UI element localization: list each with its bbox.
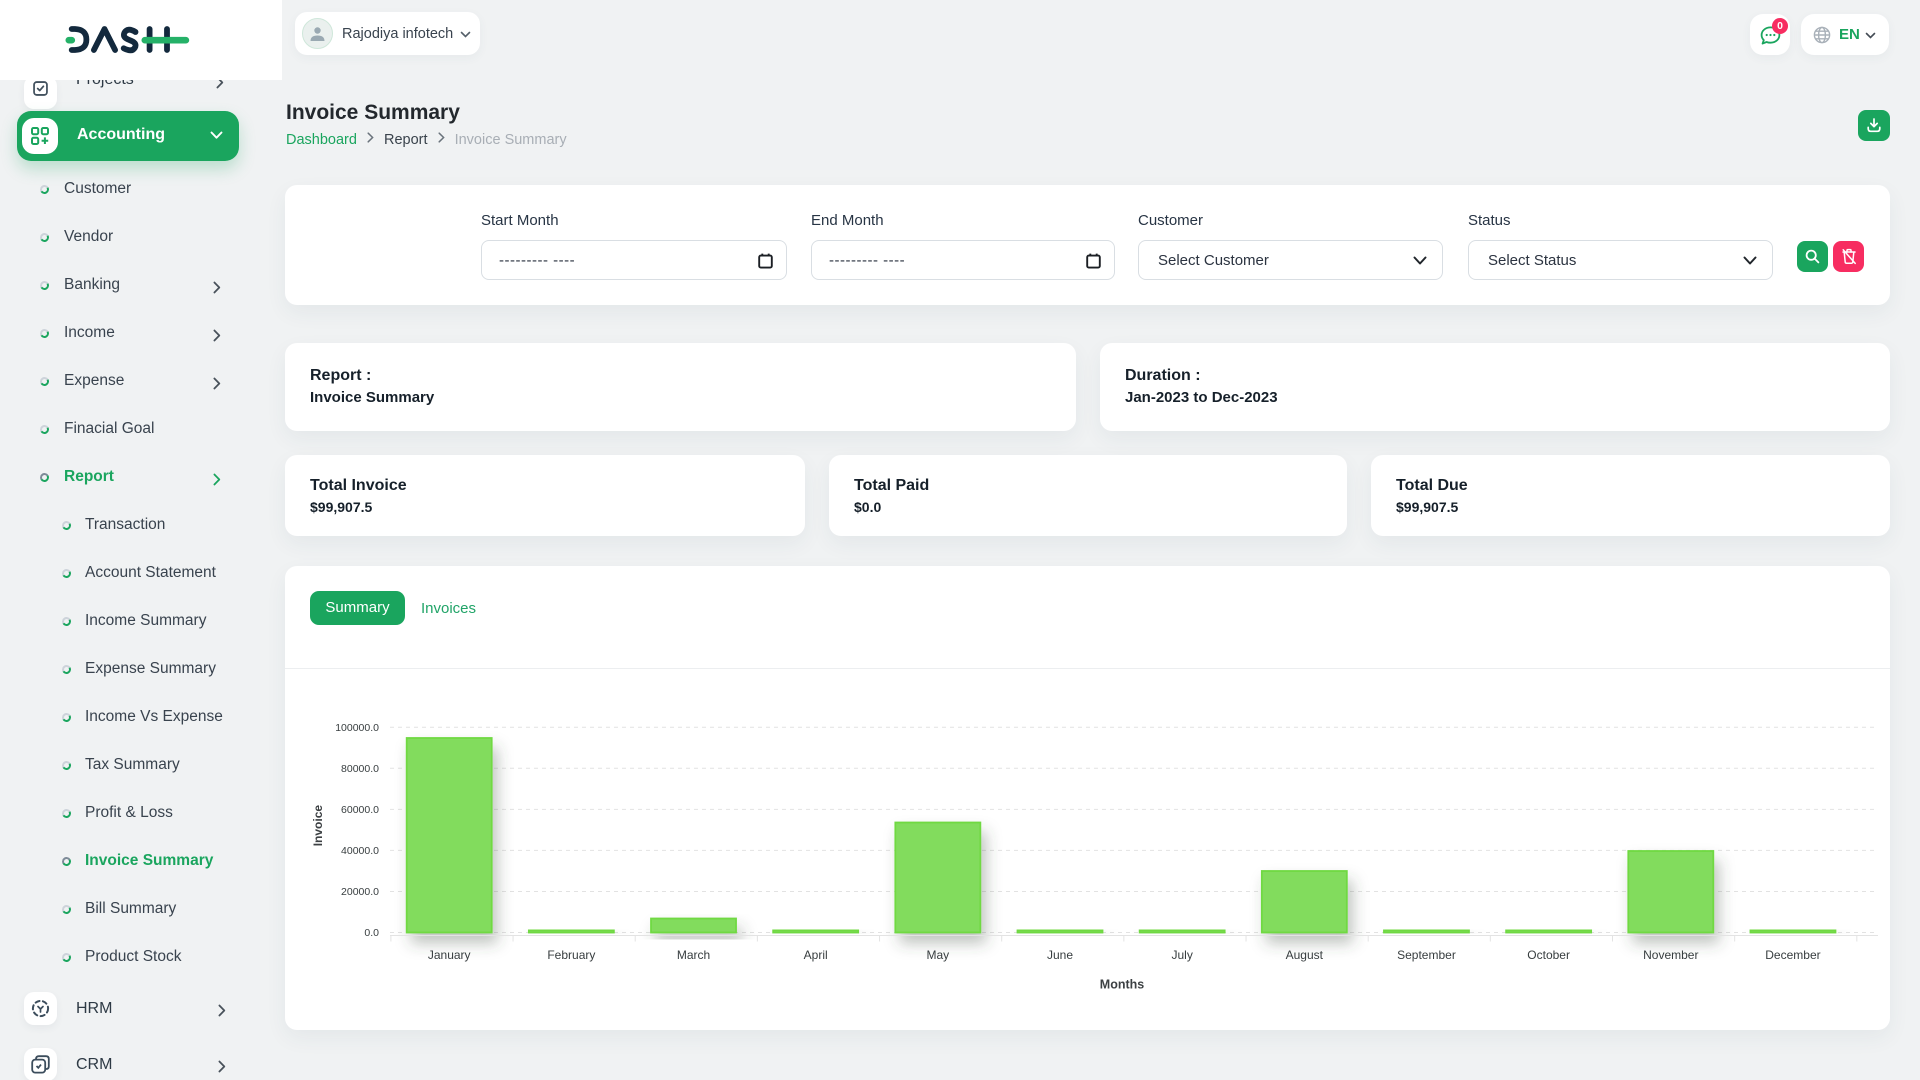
svg-text:Invoice: Invoice [311, 805, 325, 847]
svg-text:60000.0: 60000.0 [341, 804, 379, 816]
svg-text:July: July [1171, 948, 1192, 962]
svg-text:100000.0: 100000.0 [335, 722, 379, 734]
svg-text:August: August [1286, 948, 1324, 962]
svg-text:0.0: 0.0 [364, 927, 379, 939]
svg-text:80000.0: 80000.0 [341, 763, 379, 775]
svg-text:Months: Months [1100, 978, 1144, 992]
svg-text:40000.0: 40000.0 [341, 845, 379, 857]
svg-text:June: June [1047, 948, 1073, 962]
svg-text:January: January [428, 948, 471, 962]
svg-text:March: March [677, 948, 710, 962]
svg-text:September: September [1397, 948, 1456, 962]
svg-text:May: May [927, 948, 950, 962]
svg-text:April: April [804, 948, 828, 962]
svg-text:February: February [547, 948, 595, 962]
svg-text:20000.0: 20000.0 [341, 886, 379, 898]
svg-text:October: October [1527, 948, 1570, 962]
svg-text:November: November [1643, 948, 1698, 962]
svg-text:December: December [1765, 948, 1820, 962]
